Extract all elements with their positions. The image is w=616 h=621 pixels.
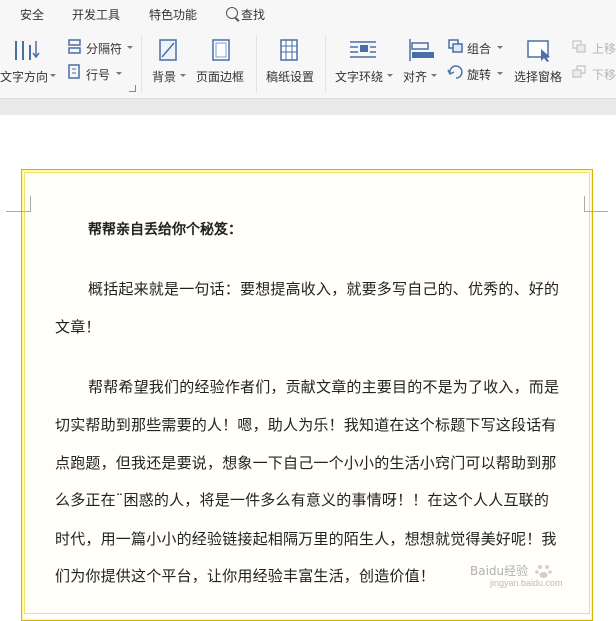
paragraph-line: 帮帮希望我们的经验作者们，贡献文章的主要目的不是为了收入，而是	[88, 378, 560, 396]
align-icon	[409, 39, 434, 61]
send-backward-button[interactable]: 下移	[570, 63, 616, 83]
chevron-down-icon	[387, 74, 393, 77]
ribbon-separator	[325, 35, 326, 93]
page-border-label: 页面边框	[196, 70, 245, 84]
line-number-icon	[68, 64, 80, 79]
bring-forward-button[interactable]: 上移	[570, 38, 616, 58]
document-heading: 帮帮亲自丢给你个秘笈：	[88, 222, 242, 238]
menu-developer-tools[interactable]: 开发工具	[72, 6, 120, 23]
margin-corner-mark	[6, 211, 30, 212]
group-button[interactable]: 组合	[446, 38, 504, 58]
ribbon: 安全 开发工具 特色功能 查找 文字方向 分隔符 行号 背景 页面边框 稿纸设置…	[0, 0, 616, 100]
menu-security[interactable]: 安全	[20, 6, 44, 23]
watermark-text: Baidu经验	[470, 564, 529, 578]
search-icon[interactable]	[226, 7, 238, 19]
selection-pane-icon	[527, 40, 550, 62]
chevron-down-icon	[116, 72, 122, 75]
paragraph-line: 文章！	[55, 318, 101, 336]
paragraph-line: 点跑题，但我还是要说，想象一下自己一个小小的生活小窍门可以帮助到那	[55, 454, 557, 472]
rotate-icon	[447, 65, 463, 79]
text-direction-icon	[15, 41, 40, 60]
chevron-down-icon	[431, 74, 437, 77]
page-border-icon	[212, 39, 230, 61]
chevron-down-icon	[497, 46, 503, 49]
margin-corner-mark	[584, 211, 608, 212]
paragraph-line: 概括起来就是一句话：要想提高收入，就要多写自己的、优秀的、好的	[88, 280, 560, 298]
margin-corner-mark	[30, 196, 31, 212]
bring-forward-icon	[572, 40, 586, 53]
chevron-down-icon	[180, 74, 186, 77]
paragraph-line: 切实帮助到那些需要的人！嗯，助人为乐！我知道在这个标题下写这段话有	[55, 416, 557, 434]
ribbon-separator	[141, 35, 142, 93]
selection-pane-label: 选择窗格	[514, 70, 563, 84]
align-label: 对齐	[403, 70, 428, 84]
watermark-url: jingyan.baidu.com	[490, 578, 563, 588]
bring-forward-label: 上移	[592, 42, 616, 56]
paragraph-line: 时代，用一篇小小的经验链接起相隔万里的陌生人，想想就觉得美好呢！我	[55, 530, 557, 548]
menu-special-features[interactable]: 特色功能	[149, 6, 197, 23]
background-label: 背景	[152, 70, 177, 84]
separator-button[interactable]: 分隔符	[66, 38, 136, 58]
align-button[interactable]: 对齐	[402, 36, 440, 86]
menu-search[interactable]: 查找	[241, 6, 265, 23]
paragraph-line: 们为你提供这个平台，让你用经验丰富生活，创造价值！	[55, 567, 436, 585]
line-number-label: 行号	[86, 68, 111, 82]
background-button[interactable]: 背景	[150, 36, 190, 86]
rotate-button[interactable]: 旋转	[446, 63, 504, 83]
text-wrap-label: 文字环绕	[335, 70, 384, 84]
ruler-gap	[0, 99, 616, 115]
ribbon-separator	[256, 35, 257, 93]
text-wrap-button[interactable]: 文字环绕	[334, 36, 394, 86]
text-wrap-icon	[350, 41, 376, 58]
menu-bar: 安全 开发工具 特色功能 查找	[0, 0, 616, 30]
send-backward-label: 下移	[592, 68, 616, 82]
margin-corner-mark	[584, 196, 585, 212]
text-direction-button[interactable]: 文字方向	[0, 36, 60, 86]
chevron-down-icon	[497, 72, 503, 75]
group-label: 组合	[467, 42, 492, 56]
dialog-launcher-icon[interactable]	[129, 85, 136, 92]
chevron-down-icon	[50, 74, 56, 77]
text-direction-label: 文字方向	[0, 70, 49, 84]
selection-pane-button[interactable]: 选择窗格	[512, 36, 566, 86]
line-number-button[interactable]: 行号	[66, 63, 126, 83]
manuscript-grid-icon	[280, 39, 298, 61]
page-border-button[interactable]: 页面边框	[196, 36, 248, 86]
chevron-down-icon	[127, 46, 133, 49]
manuscript-label: 稿纸设置	[266, 70, 315, 84]
background-icon	[159, 39, 177, 61]
group-icon	[448, 39, 463, 53]
paragraph-line: 么多正在¨困惑的人，将是一件多么有意义的事情呀！！在这个人人互联的	[55, 491, 550, 509]
baidu-paw-logo-icon	[535, 565, 552, 578]
separator-label: 分隔符	[86, 42, 123, 56]
manuscript-settings-button[interactable]: 稿纸设置	[264, 36, 316, 86]
rotate-label: 旋转	[467, 68, 492, 82]
separator-icon	[68, 39, 81, 54]
send-backward-icon	[572, 65, 586, 78]
